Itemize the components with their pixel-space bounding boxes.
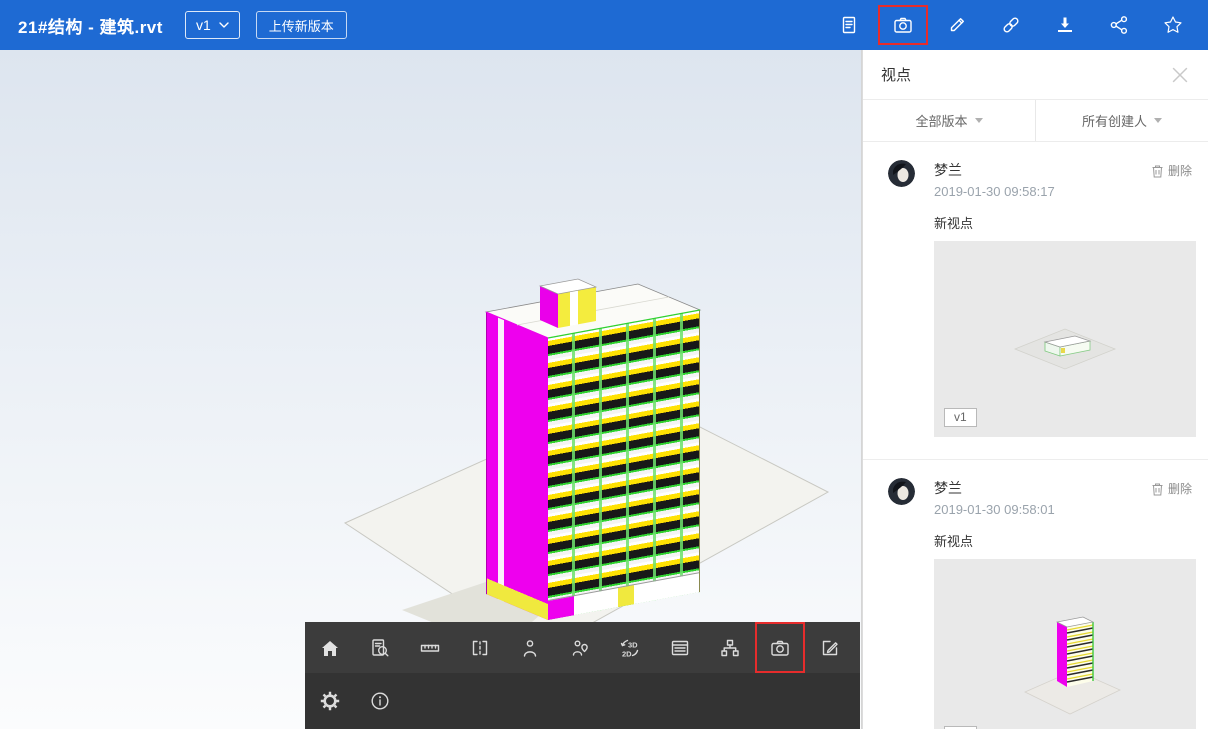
toolbar-person-button[interactable] bbox=[505, 622, 555, 673]
panel-title: 视点 bbox=[881, 64, 911, 85]
viewpoint-name: 新视点 bbox=[934, 213, 1192, 232]
viewpoint-name: 新视点 bbox=[934, 531, 1192, 550]
close-panel-button[interactable] bbox=[1168, 63, 1192, 87]
version-label: v1 bbox=[196, 17, 211, 33]
toolbar-annotate-button[interactable] bbox=[805, 622, 855, 673]
svg-text:2D: 2D bbox=[622, 649, 632, 658]
chevron-down-icon bbox=[219, 22, 229, 29]
toolbar-section-button[interactable] bbox=[455, 622, 505, 673]
favorite-button[interactable] bbox=[1146, 3, 1200, 47]
model-viewer[interactable]: 3D2D bbox=[0, 50, 862, 729]
download-button[interactable] bbox=[1038, 3, 1092, 47]
version-dropdown[interactable]: v1 bbox=[185, 11, 240, 39]
share-link-button[interactable] bbox=[984, 3, 1038, 47]
person-icon bbox=[519, 637, 541, 659]
viewpoint-thumbnail[interactable]: v1 bbox=[934, 241, 1196, 437]
author-name: 梦兰 bbox=[934, 160, 1055, 180]
toolbar-find-button[interactable] bbox=[355, 622, 405, 673]
version-notes-button[interactable] bbox=[822, 3, 876, 47]
download-icon bbox=[1054, 14, 1076, 36]
camera-icon bbox=[769, 637, 791, 659]
document-icon bbox=[838, 14, 860, 36]
toolbar-info-button[interactable] bbox=[355, 673, 405, 729]
section-box-icon bbox=[469, 637, 491, 659]
home-icon bbox=[319, 637, 341, 659]
model-tree-icon bbox=[719, 637, 741, 659]
snapshot-panel-button[interactable] bbox=[876, 3, 930, 47]
link-icon bbox=[1000, 14, 1022, 36]
upload-new-version-button[interactable]: 上传新版本 bbox=[256, 11, 347, 39]
delete-viewpoint-button[interactable]: 删除 bbox=[1151, 160, 1192, 179]
topbar-actions bbox=[822, 3, 1200, 47]
chevron-down-icon bbox=[975, 118, 983, 123]
toolbar-model-tree-button[interactable] bbox=[705, 622, 755, 673]
chevron-down-icon bbox=[1154, 118, 1162, 123]
viewpoints-panel-header: 视点 bbox=[863, 50, 1208, 100]
camera-icon bbox=[892, 14, 914, 36]
svg-text:3D: 3D bbox=[628, 640, 638, 649]
toolbar-roam-button[interactable] bbox=[555, 622, 605, 673]
building-west-facade bbox=[486, 312, 548, 620]
annotate-icon bbox=[819, 637, 841, 659]
filter-all-creators[interactable]: 所有创建人 bbox=[1035, 100, 1208, 141]
share-icon bbox=[1108, 14, 1130, 36]
close-icon bbox=[1172, 67, 1188, 83]
viewpoint-meta: 梦兰 2019-01-30 09:58:01 bbox=[934, 478, 1055, 517]
toolbar-settings-button[interactable] bbox=[305, 673, 355, 729]
viewpoint-card: 梦兰 2019-01-30 09:58:01 删除 新视点 bbox=[863, 460, 1208, 729]
info-icon bbox=[369, 690, 391, 712]
toolbar-2d3d-button[interactable]: 3D2D bbox=[605, 622, 655, 673]
app-window: 21#结构 - 建筑.rvt v1 上传新版本 bbox=[0, 0, 1208, 729]
toolbar-component-list-button[interactable] bbox=[655, 622, 705, 673]
trash-icon bbox=[1151, 164, 1164, 178]
viewpoint-filters: 全部版本 所有创建人 bbox=[863, 100, 1208, 142]
filter-creator-label: 所有创建人 bbox=[1082, 111, 1147, 130]
settings-gear-icon bbox=[319, 690, 341, 712]
viewpoint-thumbnail[interactable]: v1 bbox=[934, 559, 1196, 729]
viewer-toolbar-row-2 bbox=[305, 673, 860, 729]
viewer-toolbar-row-1: 3D2D bbox=[305, 622, 860, 673]
filter-all-versions[interactable]: 全部版本 bbox=[863, 100, 1035, 141]
version-badge: v1 bbox=[944, 408, 977, 427]
avatar bbox=[888, 160, 915, 187]
delete-label: 删除 bbox=[1168, 162, 1192, 179]
viewer-toolbar: 3D2D bbox=[305, 622, 860, 729]
share-button[interactable] bbox=[1092, 3, 1146, 47]
viewpoint-card-header: 梦兰 2019-01-30 09:58:17 删除 bbox=[888, 160, 1192, 199]
viewpoints-panel: 视点 全部版本 所有创建人 bbox=[862, 50, 1208, 729]
viewpoint-card: 梦兰 2019-01-30 09:58:17 删除 新视点 bbox=[863, 142, 1208, 460]
building-podium bbox=[548, 572, 699, 620]
building-south-facade bbox=[548, 310, 700, 620]
trash-icon bbox=[1151, 482, 1164, 496]
star-icon bbox=[1162, 14, 1184, 36]
delete-label: 删除 bbox=[1168, 480, 1192, 497]
toolbar-measure-button[interactable] bbox=[405, 622, 455, 673]
topbar: 21#结构 - 建筑.rvt v1 上传新版本 bbox=[0, 0, 1208, 50]
viewpoint-card-header: 梦兰 2019-01-30 09:58:01 删除 bbox=[888, 478, 1192, 517]
toolbar-home-button[interactable] bbox=[305, 622, 355, 673]
toolbar-snapshot-button[interactable] bbox=[755, 622, 805, 673]
avatar bbox=[888, 478, 915, 505]
timestamp: 2019-01-30 09:58:01 bbox=[934, 502, 1055, 517]
viewpoint-meta: 梦兰 2019-01-30 09:58:17 bbox=[934, 160, 1055, 199]
thumbnail-model-small bbox=[1005, 304, 1125, 374]
author-name: 梦兰 bbox=[934, 478, 1055, 498]
thumbnail-model-tall bbox=[1005, 582, 1125, 729]
delete-viewpoint-button[interactable]: 删除 bbox=[1151, 478, 1192, 497]
timestamp: 2019-01-30 09:58:17 bbox=[934, 184, 1055, 199]
2d3d-toggle-icon: 3D2D bbox=[619, 637, 641, 659]
zoom-document-icon bbox=[369, 637, 391, 659]
filter-version-label: 全部版本 bbox=[915, 111, 967, 130]
component-list-icon bbox=[669, 637, 691, 659]
markup-button[interactable] bbox=[930, 3, 984, 47]
roam-pin-icon bbox=[569, 637, 591, 659]
pencil-icon bbox=[946, 14, 968, 36]
measure-ruler-icon bbox=[419, 637, 441, 659]
file-title: 21#结构 - 建筑.rvt bbox=[18, 13, 163, 38]
